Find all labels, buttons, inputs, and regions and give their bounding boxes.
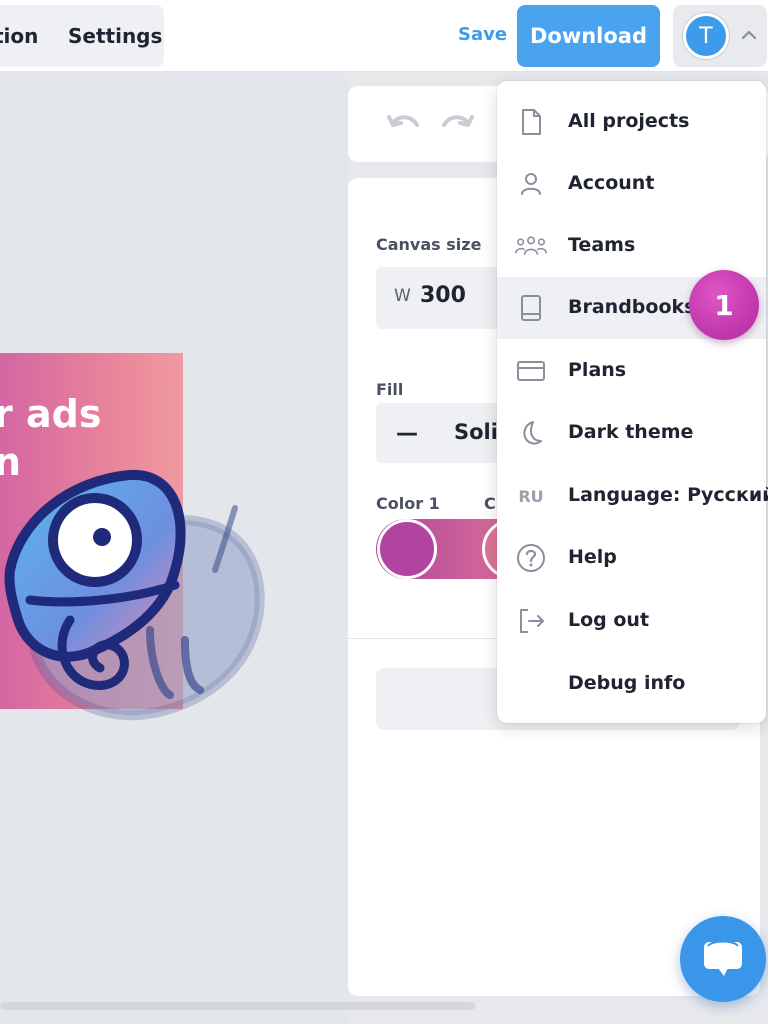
redo-icon[interactable]	[440, 111, 476, 139]
step-badge: 1	[689, 270, 759, 340]
question-icon	[515, 542, 547, 574]
logout-icon	[515, 605, 547, 637]
card-icon	[515, 355, 547, 387]
language-code-icon: RU	[518, 486, 544, 506]
header-tab-group: tion Settings	[0, 5, 164, 67]
download-button[interactable]: Download	[517, 5, 660, 67]
chat-support-button[interactable]	[680, 916, 766, 1002]
top-bar: tion Settings Save Download T	[0, 0, 768, 72]
menu-item-plans[interactable]: Plans	[497, 340, 766, 402]
canvas-width-field[interactable]: W 300	[376, 267, 516, 329]
width-value: 300	[420, 283, 466, 308]
menu-item-dark-theme[interactable]: Dark theme	[497, 402, 766, 464]
color2-label: C	[484, 494, 496, 513]
artboard-headline-line1[interactable]: r ads	[0, 392, 101, 436]
save-button[interactable]: Save	[458, 24, 507, 45]
fill-label: Fill	[376, 380, 404, 399]
fill-type-select[interactable]: — Solic	[376, 403, 516, 463]
menu-item-account[interactable]: Account	[497, 153, 766, 215]
account-menu-toggle[interactable]: T	[673, 5, 767, 67]
color1-swatch[interactable]	[377, 519, 437, 579]
fill-dash: —	[396, 421, 418, 446]
book-icon	[515, 292, 547, 324]
account-dropdown-menu: All projects Account Teams Brandbooks Pl…	[497, 81, 768, 723]
canvas-size-label: Canvas size	[376, 235, 482, 254]
avatar: T	[683, 13, 729, 59]
canvas-horizontal-scrollbar[interactable]	[0, 1002, 475, 1010]
chevron-up-icon	[741, 30, 757, 40]
chat-bubble-icon	[704, 940, 742, 976]
moon-icon	[515, 417, 547, 449]
menu-item-all-projects[interactable]: All projects	[497, 91, 766, 153]
color1-label: Color 1	[376, 494, 440, 513]
tab-navigation[interactable]: tion	[0, 24, 38, 48]
menu-item-teams[interactable]: Teams	[497, 215, 766, 277]
user-icon	[515, 168, 547, 200]
file-icon	[515, 106, 547, 138]
width-prefix: W	[394, 286, 411, 306]
menu-item-language[interactable]: RU Language: Русский	[497, 465, 768, 527]
menu-item-help[interactable]: Help	[497, 527, 766, 589]
menu-item-log-out[interactable]: Log out	[497, 590, 766, 652]
undo-icon[interactable]	[385, 111, 421, 139]
team-icon	[515, 230, 547, 262]
menu-item-debug-info[interactable]: Debug info	[497, 653, 766, 715]
chameleon-illustration[interactable]	[0, 460, 280, 740]
tab-settings[interactable]: Settings	[68, 24, 162, 48]
